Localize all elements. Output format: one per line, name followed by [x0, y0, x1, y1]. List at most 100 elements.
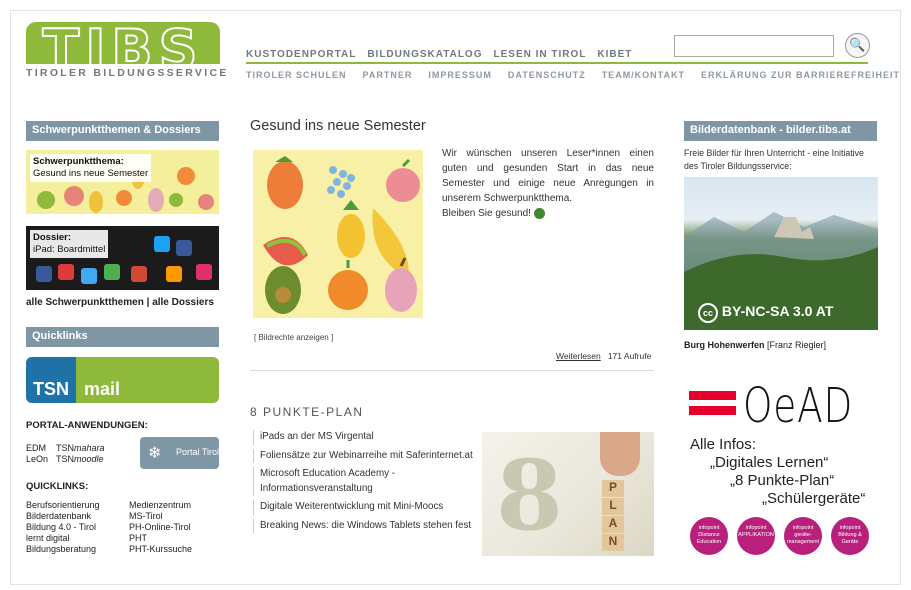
tsn-prefix: TSN: [56, 454, 74, 464]
view-count: 171 Aufrufe: [607, 351, 652, 361]
ql-pht[interactable]: PHT: [129, 533, 219, 544]
infopoint-badge[interactable]: infopoint Bildung & Geräte: [831, 517, 869, 555]
image-rights-link[interactable]: [ Bildrechte anzeigen ]: [254, 333, 333, 342]
badge-bottom: Distance Education: [696, 532, 722, 545]
oead-info-text[interactable]: Alle Infos: „Digitales Lernen“ „8 Punkte…: [690, 436, 865, 508]
quicklinks-header: Quicklinks: [26, 327, 219, 347]
portal-tirol-button[interactable]: ❄ Portal Tirol: [140, 437, 219, 469]
tsn-mail-banner[interactable]: TSN mail: [26, 357, 219, 403]
list-item[interactable]: Microsoft Education Academy - Informatio…: [253, 467, 478, 496]
mahara-label: mahara: [74, 443, 105, 453]
intro-greeting: Bleiben Sie gesund!: [442, 208, 531, 219]
portal-apps-list: EDM TSNmahara LeOn TSNmoodle: [26, 443, 105, 465]
secondary-nav: TIROLER SCHULEN PARTNER IMPRESSUM DATENS…: [246, 70, 900, 80]
links-separator: |: [146, 297, 150, 308]
tsn-prefix: TSN: [56, 443, 74, 453]
themes-header: Schwerpunktthemen & Dossiers: [26, 121, 219, 141]
oead-logo[interactable]: OeAD: [743, 378, 853, 434]
primary-nav: KUSTODENPORTAL BILDUNGSKATALOG LESEN IN …: [246, 49, 632, 60]
nav-impressum[interactable]: IMPRESSUM: [428, 70, 492, 80]
list-item[interactable]: iPads an der MS Virgental: [253, 430, 478, 445]
dossier-thumbnail[interactable]: Dossier: iPad: Boardmittel: [26, 226, 219, 290]
infos-line: „Schülergeräte“: [762, 490, 866, 507]
list-item[interactable]: Foliensätze zur Webinarreihe mit Saferin…: [253, 448, 478, 463]
logo-title: TIBS: [42, 22, 204, 64]
ql-bildungsberatung[interactable]: Bildungsberatung: [26, 544, 129, 555]
infopoint-badge[interactable]: infopoint Distance Education: [690, 517, 728, 555]
nav-partner[interactable]: PARTNER: [363, 70, 413, 80]
nav-bildungskatalog[interactable]: BILDUNGSKATALOG: [367, 49, 482, 60]
nav-team-kontakt[interactable]: TEAM/KONTAKT: [602, 70, 685, 80]
plan-block-a: A: [602, 516, 624, 533]
nav-datenschutz[interactable]: DATENSCHUTZ: [508, 70, 586, 80]
quicklinks-heading: QUICKLINKS:: [26, 481, 89, 492]
infopoint-badge[interactable]: infopoint APPLIKATION: [737, 517, 775, 555]
moodle-label: moodle: [74, 454, 104, 464]
ql-ph-online-tirol[interactable]: PH-Online-Tirol: [129, 522, 219, 533]
ql-bilderdatenbank[interactable]: Bilderdatenbank: [26, 511, 129, 522]
portal-edm[interactable]: EDM: [26, 443, 56, 454]
cc-icon: cc: [698, 303, 718, 323]
caption-author: [Franz Riegler]: [764, 340, 827, 350]
tibs-logo[interactable]: TIBS: [26, 22, 220, 64]
austria-flag-icon: [689, 391, 736, 415]
theme-label: Schwerpunktthema: Gesund ins neue Semest…: [30, 154, 152, 182]
fruit-drawing: [263, 156, 420, 314]
portal-tirol-label: Portal Tirol: [176, 447, 220, 457]
badge-top: infopoint: [745, 525, 767, 531]
license-text: BY-NC-SA 3.0 AT: [721, 303, 834, 319]
nav-barrierefreiheit[interactable]: ERKLÄRUNG ZUR BARRIEREFREIHEIT: [701, 70, 900, 80]
dossier-label: Dossier: iPad: Boardmittel: [30, 230, 109, 258]
all-themes-link[interactable]: alle Schwerpunktthemen: [26, 297, 144, 308]
list-item[interactable]: Digitale Weiterentwicklung mit Mini-Mooc…: [253, 500, 478, 515]
ql-bildung-4[interactable]: Bildung 4.0 - Tirol: [26, 522, 129, 533]
infos-line: Alle Infos:: [690, 436, 756, 453]
fruit-illustration[interactable]: [253, 150, 423, 318]
infopoint-badge[interactable]: infopoint geräte-management: [784, 517, 822, 555]
infos-line: „Digitales Lernen“: [710, 454, 829, 471]
dossier-kind: Dossier:: [33, 232, 72, 243]
ql-berufsorientierung[interactable]: Berufsorientierung: [26, 500, 129, 511]
license-label: cc BY-NC-SA 3.0 AT: [698, 303, 833, 323]
photo-caption: Burg Hohenwerfen [Franz Riegler]: [684, 340, 826, 350]
hand-shape: [600, 432, 640, 476]
plan-number: 8: [496, 439, 563, 552]
portal-tsn-mahara[interactable]: TSNmahara: [56, 443, 105, 453]
portal-tsn-moodle[interactable]: TSNmoodle: [56, 454, 104, 464]
ql-pht-kurssuche[interactable]: PHT-Kurssuche: [129, 544, 219, 555]
theme-title: Gesund ins neue Semester: [33, 168, 149, 179]
image-db-text: Freie Bilder für Ihren Unterricht - eine…: [684, 148, 864, 171]
badge-top: infopoint: [839, 525, 861, 531]
tsn-label: TSN: [26, 357, 76, 403]
nav-kustodenportal[interactable]: KUSTODENPORTAL: [246, 49, 356, 60]
article-intro: Wir wünschen unseren Leser*innen einen g…: [442, 146, 654, 221]
search-button[interactable]: 🔍: [845, 33, 870, 58]
plan-image[interactable]: 8 P L A N: [482, 432, 654, 556]
ql-lernt-digital[interactable]: lernt digital: [26, 533, 129, 544]
plan-block-p: P: [602, 480, 624, 497]
clover-icon: [533, 207, 545, 219]
portal-leon[interactable]: LeOn: [26, 454, 56, 465]
list-item[interactable]: Breaking News: die Windows Tablets stehe…: [253, 518, 478, 533]
all-dossiers-link[interactable]: alle Dossiers: [152, 297, 214, 308]
badge-bottom: APPLIKATION: [738, 532, 774, 538]
read-more-link[interactable]: Weiterlesen: [556, 351, 601, 361]
ql-medienzentrum[interactable]: Medienzentrum: [129, 500, 219, 511]
ql-ms-tirol[interactable]: MS-Tirol: [129, 511, 219, 522]
nav-lesen-in-tirol[interactable]: LESEN IN TIROL: [494, 49, 587, 60]
section-divider: [250, 370, 654, 371]
mail-label: mail: [84, 379, 121, 399]
image-db-header[interactable]: Bilderdatenbank - bilder.tibs.at: [684, 121, 877, 141]
theme-thumbnail[interactable]: Schwerpunktthema: Gesund ins neue Semest…: [26, 150, 219, 214]
nav-kibet[interactable]: KIBET: [597, 49, 632, 60]
castle-photo[interactable]: cc BY-NC-SA 3.0 AT: [684, 177, 878, 330]
dossier-title: iPad: Boardmittel: [33, 244, 106, 255]
quicklinks-grid: Berufsorientierung Medienzentrum Bilderd…: [26, 500, 219, 555]
article-meta: Weiterlesen 171 Aufrufe: [556, 351, 651, 361]
nav-tiroler-schulen[interactable]: TIROLER SCHULEN: [246, 70, 347, 80]
tirol-eagle-icon: ❄: [148, 445, 162, 462]
article-title[interactable]: Gesund ins neue Semester: [250, 118, 426, 134]
nav-divider: [246, 62, 868, 64]
plan-news-list: iPads an der MS Virgental Foliensätze zu…: [253, 430, 478, 537]
search-input[interactable]: [674, 35, 834, 57]
